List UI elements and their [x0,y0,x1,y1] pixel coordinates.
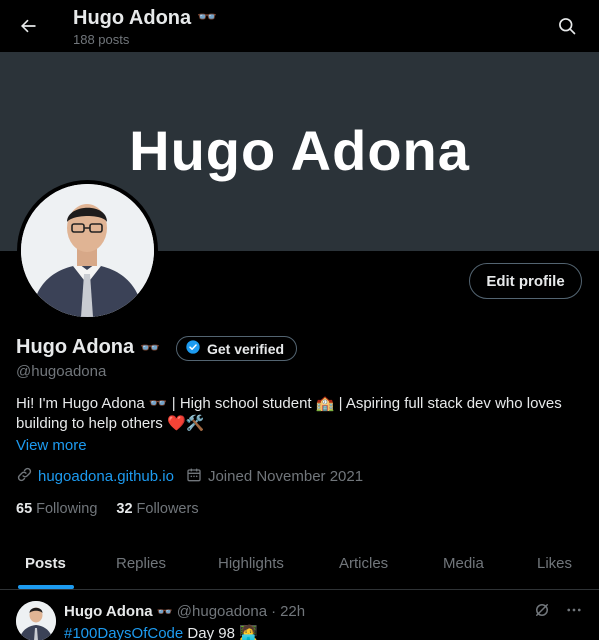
post-actions [533,601,583,624]
tab-articles[interactable]: Articles [339,538,388,589]
followers-count: 32 [116,501,133,517]
get-verified-label: Get verified [207,340,285,357]
post-author-handle[interactable]: @hugoadona [177,603,267,620]
follow-stats: 65 Following 32 Followers [16,501,218,517]
posts-count: 188 posts [73,32,130,47]
glasses-icon: 👓 [197,9,218,26]
profile-bio: Hi! I'm Hugo Adona 👓 | High school stude… [16,394,586,434]
post-header: Hugo Adona 👓 @hugoadona · 22h [64,603,305,620]
post-time[interactable]: 22h [280,603,305,620]
profile-header-bar: Hugo Adona 👓 188 posts [0,0,599,52]
banner-text: Hugo Adona [129,119,470,182]
header-name: Hugo Adona [73,7,192,29]
profile-handle: @hugoadona [16,363,107,380]
followers-label: Followers [136,501,199,517]
more-options-icon[interactable] [565,601,583,624]
followers-link[interactable]: 32 Followers [116,501,198,517]
glasses-icon: 👓 [140,339,161,357]
profile-display-name: Hugo Adona [16,336,135,358]
profile-meta: hugoadona.github.io Joined November 2021 [16,466,363,487]
post-text: #100DaysOfCode Day 98 🧑‍💻 [64,624,258,640]
calendar-icon [186,467,202,487]
following-count: 65 [16,501,33,517]
search-icon[interactable] [553,12,581,40]
header-title: Hugo Adona 👓 [73,6,217,30]
tab-highlights[interactable]: Highlights [218,538,284,589]
post-separator: · [271,603,277,620]
link-icon [16,466,33,487]
profile-avatar[interactable] [17,180,158,321]
edit-profile-button[interactable]: Edit profile [469,263,582,299]
joined-date: Joined November 2021 [186,467,363,487]
following-link[interactable]: 65 Following [16,501,97,517]
tab-posts[interactable]: Posts [25,538,66,589]
view-more-link[interactable]: View more [16,437,87,454]
website-text[interactable]: hugoadona.github.io [38,468,174,485]
tab-media[interactable]: Media [443,538,484,589]
bio-line-1: Hi! I'm Hugo Adona 👓 | High school stude… [16,395,562,412]
post-body: Day 98 🧑‍💻 [183,625,258,640]
post-author-name[interactable]: Hugo Adona [64,603,153,620]
grok-icon[interactable] [533,601,551,624]
profile-name: Hugo Adona 👓 [16,336,160,359]
website-link[interactable]: hugoadona.github.io [16,466,174,487]
verified-badge-icon [185,339,201,358]
get-verified-button[interactable]: Get verified [176,336,298,361]
bio-line-2: building to help others ❤️🛠️ [16,415,205,432]
post-item[interactable]: Hugo Adona 👓 @hugoadona · 22h #100DaysOf… [0,591,599,640]
active-tab-indicator [18,585,74,589]
tab-likes[interactable]: Likes [537,538,572,589]
avatar-photo [21,184,154,317]
post-hashtag[interactable]: #100DaysOfCode [64,625,183,640]
following-label: Following [36,501,98,517]
glasses-icon: 👓 [156,603,173,619]
joined-text: Joined November 2021 [207,468,364,485]
profile-tabs: Posts Replies Highlights Articles Media … [0,538,599,590]
tab-replies[interactable]: Replies [116,538,166,589]
back-arrow-icon[interactable] [12,10,44,42]
post-author-avatar[interactable] [16,601,56,640]
